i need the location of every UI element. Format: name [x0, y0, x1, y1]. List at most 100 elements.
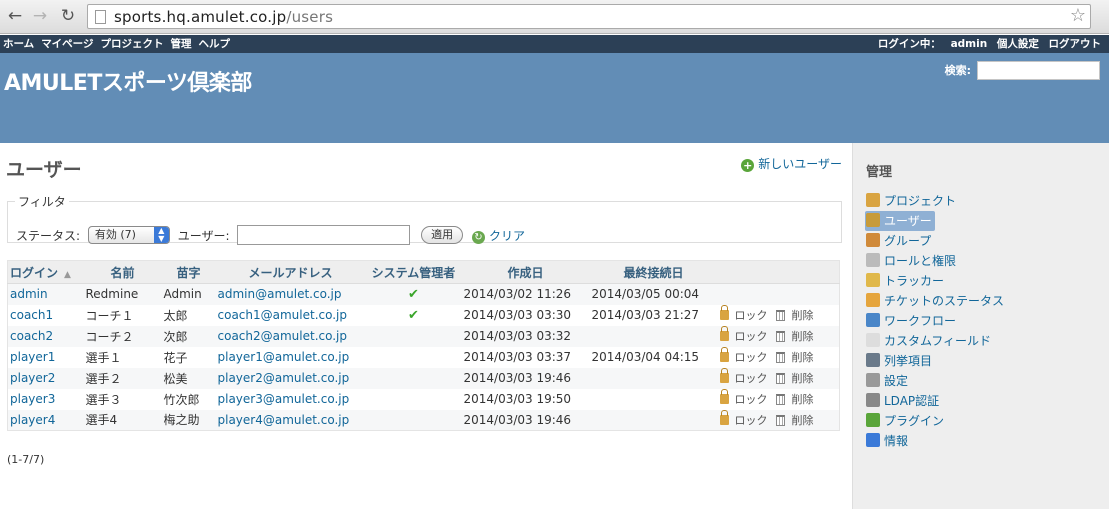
actions-cell: ロック 削除 [717, 325, 840, 347]
clear-link[interactable]: ↻ クリア [472, 227, 525, 244]
top-menu-item[interactable]: マイページ [41, 38, 93, 50]
lock-user-link[interactable]: ロック [719, 368, 768, 385]
top-menu-item[interactable]: 管理 [170, 38, 191, 50]
sidebar-item[interactable]: ロールと権限 [865, 251, 1008, 271]
delete-user-link[interactable]: 削除 [775, 372, 814, 385]
new-user-link[interactable]: + 新しいユーザー [741, 155, 842, 172]
logged-in-user[interactable]: admin [951, 38, 988, 50]
group-icon [866, 233, 880, 247]
user-created: 2014/03/02 11:26 [461, 283, 590, 305]
user-created: 2014/03/03 19:50 [461, 388, 590, 410]
back-icon[interactable]: ← [4, 5, 26, 27]
user-email-link[interactable]: player4@amulet.co.jp [215, 409, 366, 431]
user-login-link[interactable]: player2 [7, 367, 84, 389]
sidebar-item[interactable]: ユーザー [865, 211, 935, 231]
top-menu-item[interactable]: ヘルプ [198, 38, 230, 50]
settings-icon [866, 373, 880, 387]
delete-user-link[interactable]: 削除 [775, 414, 814, 427]
user-login-link[interactable]: player3 [7, 388, 84, 410]
status-select[interactable]: 有効 (7) ▲ ▼ [87, 226, 170, 244]
site-title[interactable]: AMULETスポーツ倶楽部 [4, 65, 252, 97]
user-filter-input[interactable] [237, 225, 411, 245]
user-login-link[interactable]: coach1 [7, 304, 84, 326]
column-header-last-login[interactable]: 最終接続日 [589, 260, 718, 284]
user-lastname: 梅之助 [161, 409, 216, 431]
sidebar: 管理 プロジェクト ユーザー グループ ロールと権限 トラッカー チケットのステータス ワー… [852, 143, 1109, 509]
column-header-firstname[interactable]: 名前 [83, 260, 162, 284]
forward-icon[interactable]: → [29, 5, 51, 27]
my-account-link[interactable]: 個人設定 [997, 38, 1039, 50]
admin-cell [365, 388, 462, 410]
sidebar-item[interactable]: 列挙項目 [865, 351, 1008, 371]
bookmark-star-icon[interactable]: ☆ [1070, 5, 1086, 26]
user-email-link[interactable]: player2@amulet.co.jp [215, 367, 366, 389]
user-login-link[interactable]: player1 [7, 346, 84, 368]
header: AMULETスポーツ倶楽部 検索: [0, 53, 1109, 143]
user-firstname: 選手３ [83, 388, 162, 410]
sidebar-item-label: ロールと権限 [884, 254, 957, 268]
user-created: 2014/03/03 19:46 [461, 367, 590, 389]
address-bar[interactable]: sports.hq.amulet.co.jp/users ☆ [87, 4, 1091, 29]
user-email-link[interactable]: player3@amulet.co.jp [215, 388, 366, 410]
user-email-link[interactable]: coach2@amulet.co.jp [215, 325, 366, 347]
checkmark-icon: ✔ [408, 307, 419, 323]
sidebar-item[interactable]: チケットのステータス [865, 291, 1008, 311]
sidebar-item[interactable]: グループ [865, 231, 1008, 251]
ldap-icon [866, 393, 880, 407]
issue-status-icon [866, 293, 880, 307]
lock-user-link[interactable]: ロック [719, 389, 768, 406]
top-menu-item[interactable]: プロジェクト [100, 38, 163, 50]
reload-icon: ↻ [472, 230, 485, 244]
column-header-login[interactable]: ログイン ▲ [7, 260, 84, 284]
top-menu-item[interactable]: ホーム [3, 38, 34, 50]
sidebar-item[interactable]: プラグイン [865, 411, 1008, 431]
lock-icon [719, 389, 729, 404]
admin-cell [365, 409, 462, 431]
actions-cell: ロック 削除 [717, 409, 840, 431]
status-label: ステータス: [16, 228, 81, 243]
search-input[interactable] [977, 61, 1100, 80]
lock-user-link[interactable]: ロック [719, 305, 768, 322]
column-header-created[interactable]: 作成日 [461, 260, 590, 284]
sidebar-item[interactable]: トラッカー [865, 271, 1008, 291]
user-email-link[interactable]: coach1@amulet.co.jp [215, 304, 366, 326]
user-login-link[interactable]: admin [7, 283, 84, 305]
trash-icon [775, 373, 785, 384]
logout-link[interactable]: ログアウト [1049, 38, 1102, 50]
sidebar-item-label: カスタムフィールド [884, 334, 992, 348]
lock-user-link[interactable]: ロック [719, 347, 768, 364]
apply-button[interactable]: 適用 [421, 226, 464, 244]
user-created: 2014/03/03 03:30 [461, 304, 590, 326]
url-text: sports.hq.amulet.co.jp/users [114, 8, 334, 26]
user-email-link[interactable]: admin@amulet.co.jp [215, 283, 366, 305]
sidebar-menu: プロジェクト ユーザー グループロールと権限トラッカー チケットのステータス ワークフロ… [865, 191, 1008, 451]
sidebar-item-label: 設定 [884, 374, 909, 388]
delete-user-link[interactable]: 削除 [775, 351, 814, 364]
delete-user-link[interactable]: 削除 [775, 393, 814, 406]
user-firstname: 選手１ [83, 346, 162, 368]
column-header-lastname[interactable]: 苗字 [161, 260, 216, 284]
reload-icon[interactable]: ↻ [57, 5, 79, 27]
user-login-link[interactable]: player4 [7, 409, 84, 431]
column-header-email[interactable]: メールアドレス [215, 260, 366, 284]
user-icon [866, 213, 880, 227]
sidebar-item[interactable]: 設定 [865, 371, 1008, 391]
delete-user-link[interactable]: 削除 [775, 309, 814, 322]
user-last-login: 2014/03/05 00:04 [589, 283, 718, 305]
sidebar-item[interactable]: ワークフロー [865, 311, 1008, 331]
user-login-link[interactable]: coach2 [7, 325, 84, 347]
trash-icon [775, 414, 785, 426]
delete-user-link[interactable]: 削除 [775, 330, 814, 343]
sidebar-item[interactable]: 情報 [865, 431, 1008, 451]
lock-user-link[interactable]: ロック [719, 409, 768, 427]
user-email-link[interactable]: player1@amulet.co.jp [215, 346, 366, 368]
lock-user-link[interactable]: ロック [719, 326, 768, 343]
sidebar-item[interactable]: LDAP認証 [865, 391, 1008, 411]
sidebar-item[interactable]: プロジェクト [865, 191, 1008, 211]
user-created: 2014/03/03 19:46 [461, 409, 590, 431]
page-icon [95, 10, 106, 24]
sort-asc-icon: ▲ [64, 269, 71, 280]
sidebar-item[interactable]: カスタムフィールド [865, 331, 1008, 351]
column-header-admin[interactable]: システム管理者 [365, 260, 462, 284]
actions-cell: ロック 削除 [717, 304, 840, 326]
